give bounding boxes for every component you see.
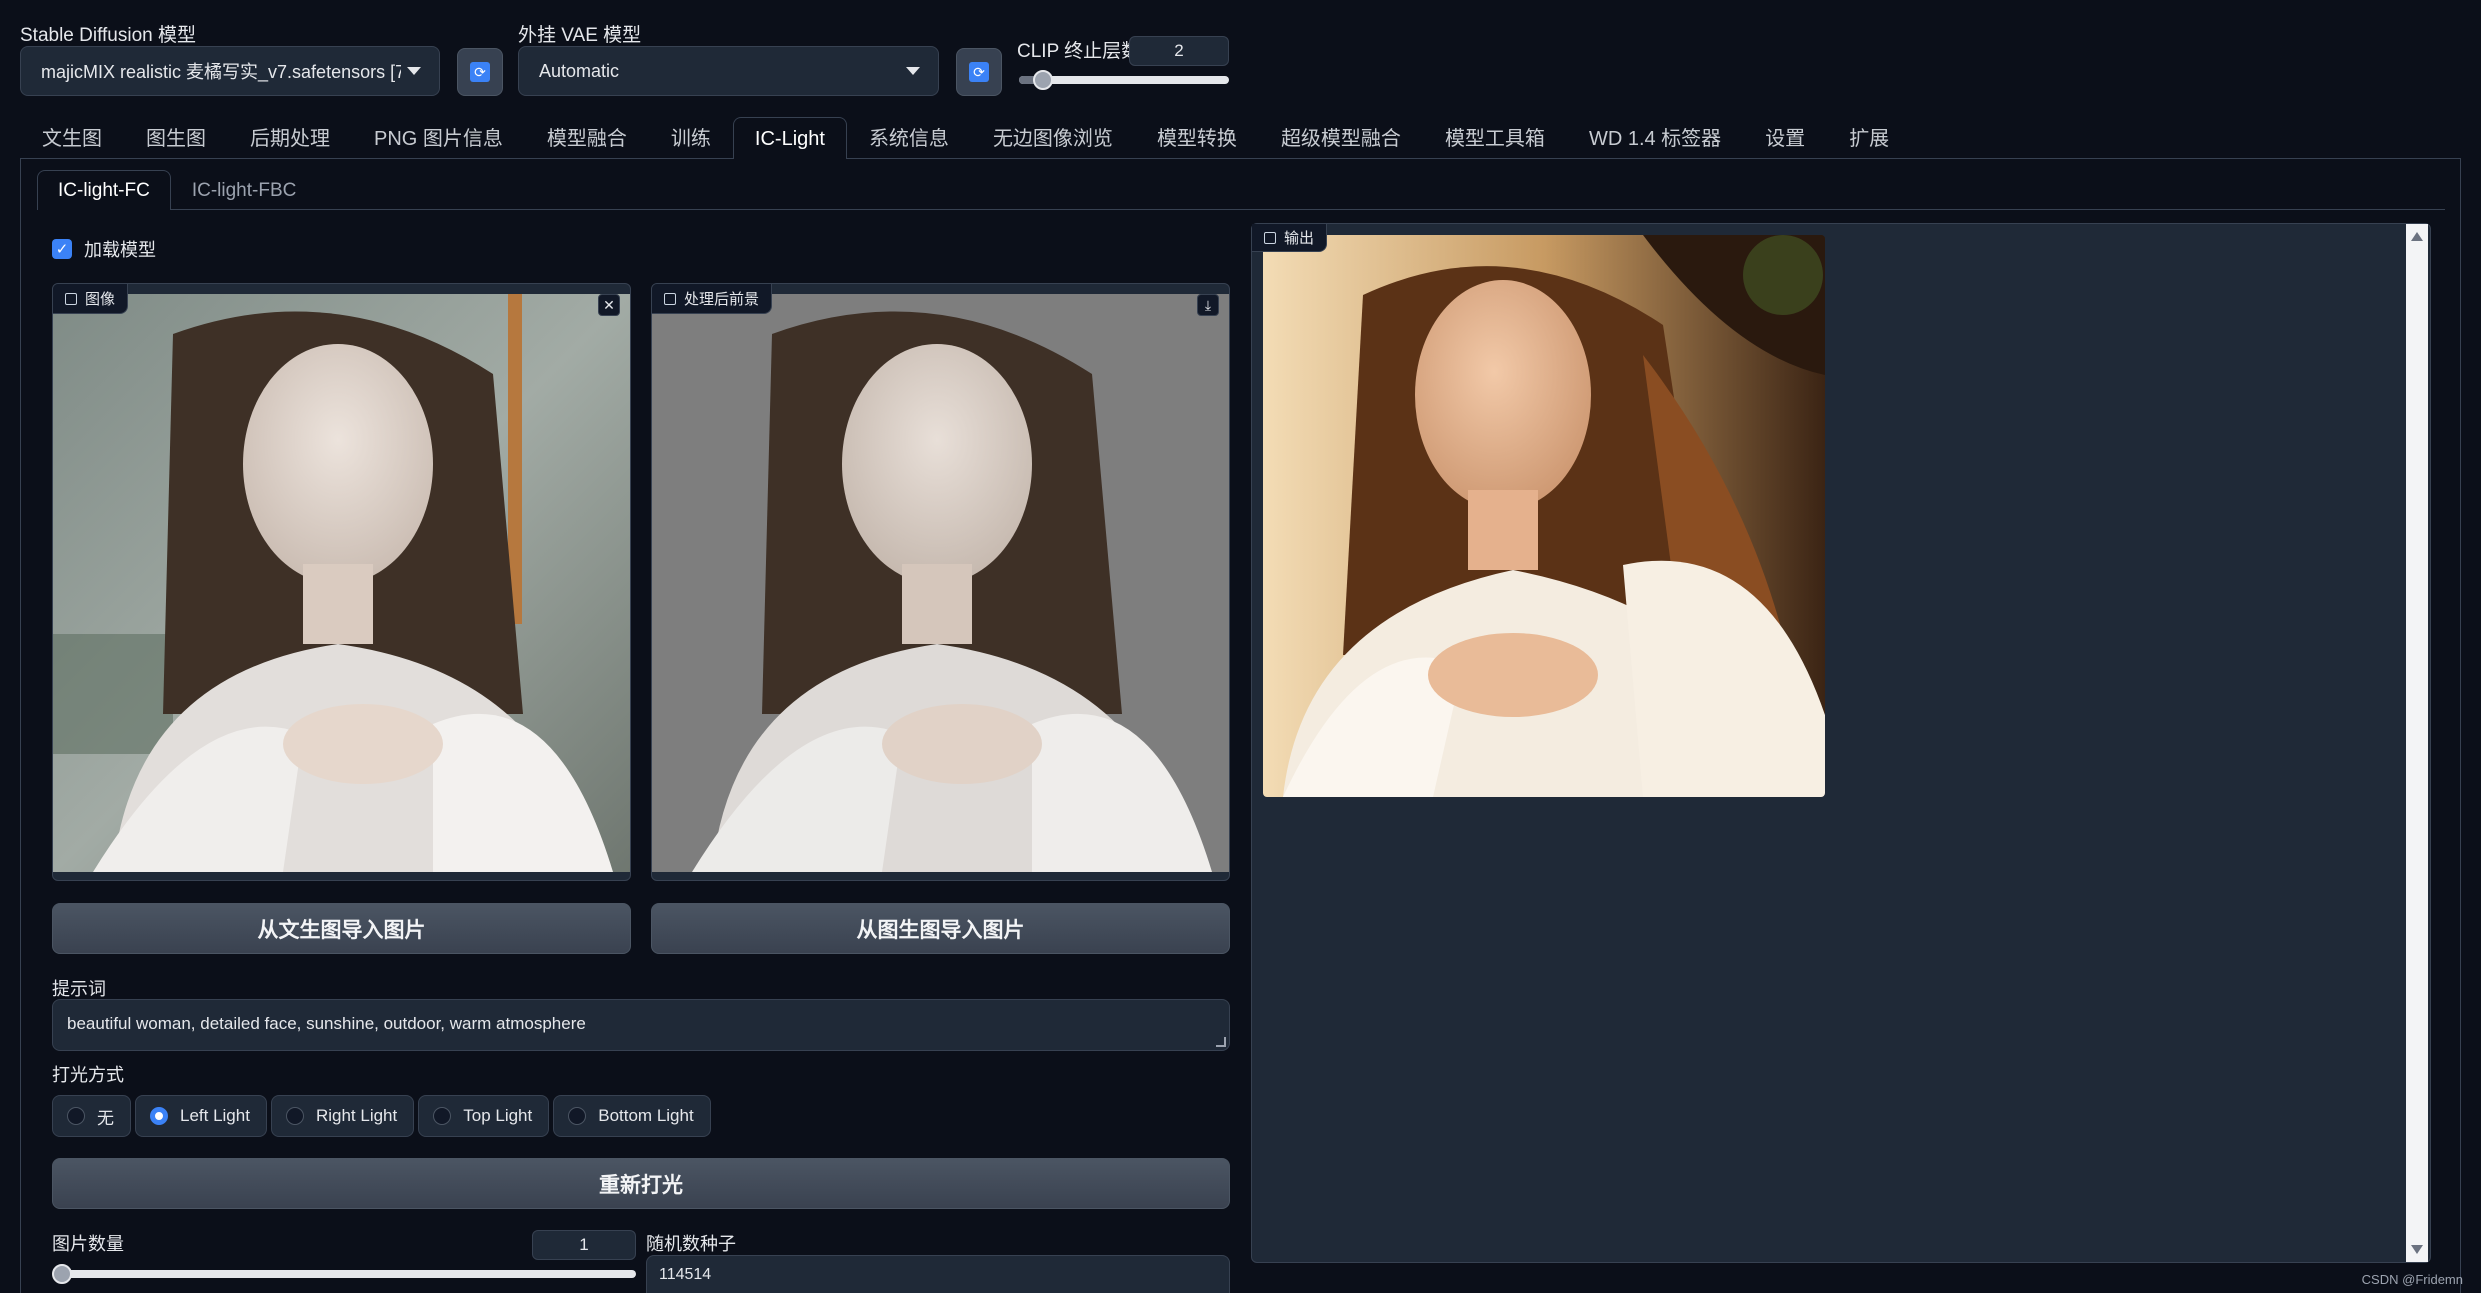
- input-image-panel[interactable]: 图像 ✕: [52, 283, 631, 881]
- tab-train[interactable]: 训练: [649, 117, 733, 159]
- load-model-checkbox[interactable]: ✓: [52, 239, 72, 259]
- radio-icon: [433, 1107, 452, 1125]
- sub-tabs-divider: [37, 209, 2445, 210]
- processed-foreground-panel[interactable]: 处理后前景 ⤓: [651, 283, 1230, 881]
- refresh-icon: ⟳: [470, 62, 490, 82]
- relight-button[interactable]: 重新打光: [52, 1158, 1230, 1209]
- seed-label: 随机数种子: [646, 1234, 736, 1254]
- tab-png-info[interactable]: PNG 图片信息: [352, 117, 525, 159]
- tab-model-convert[interactable]: 模型转换: [1135, 117, 1259, 159]
- image-icon: [65, 292, 77, 305]
- resize-handle-icon[interactable]: [1216, 1037, 1226, 1047]
- radio-icon: [285, 1107, 304, 1125]
- tab-model-merge[interactable]: 模型融合: [525, 117, 649, 159]
- close-icon[interactable]: ✕: [598, 294, 620, 316]
- output-label: 输出: [1284, 230, 1315, 247]
- vae-refresh-button[interactable]: ⟳: [956, 48, 1002, 96]
- tab-img2img[interactable]: 图生图: [124, 117, 228, 159]
- sub-tabs: IC-light-FC IC-light-FBC: [37, 170, 317, 210]
- processed-foreground-label: 处理后前景: [684, 291, 760, 308]
- lighting-radio-group: 无 Left Light Right Light Top Light Botto…: [52, 1095, 711, 1137]
- sd-model-label: Stable Diffusion 模型: [20, 25, 197, 46]
- sd-model-dropdown[interactable]: majicMIX realistic 麦橘写实_v7.safetensors […: [20, 46, 440, 96]
- prompt-value: beautiful woman, detailed face, sunshine…: [67, 1014, 586, 1033]
- watermark: CSDN @Fridemn: [2361, 1272, 2463, 1287]
- load-model-label: 加载模型: [84, 240, 156, 260]
- num-images-input[interactable]: 1: [532, 1230, 636, 1260]
- lighting-option-bottom[interactable]: Bottom Light: [553, 1095, 711, 1137]
- image-icon: [664, 292, 676, 305]
- lighting-option-label: 无: [97, 1108, 114, 1128]
- import-from-txt2img-button[interactable]: 从文生图导入图片: [52, 903, 631, 954]
- tab-ic-light-fc[interactable]: IC-light-FC: [37, 170, 171, 210]
- scroll-down-icon[interactable]: [2411, 1245, 2423, 1254]
- seed-value: 114514: [659, 1266, 712, 1283]
- output-photo[interactable]: [1263, 235, 1825, 797]
- seed-input[interactable]: 114514: [646, 1255, 1230, 1293]
- lighting-option-label: Top Light: [463, 1106, 533, 1125]
- vae-model-value: Automatic: [539, 60, 620, 81]
- processed-foreground-tag: 处理后前景: [652, 284, 773, 314]
- tab-infinite-browser[interactable]: 无边图像浏览: [971, 117, 1135, 159]
- radio-icon: [67, 1107, 85, 1125]
- output-panel: 输出: [1251, 223, 2431, 1263]
- input-image-label: 图像: [85, 291, 116, 308]
- vae-model-label: 外挂 VAE 模型: [518, 25, 642, 46]
- lighting-option-none[interactable]: 无: [52, 1095, 131, 1137]
- load-model-row[interactable]: ✓ 加载模型: [52, 236, 156, 262]
- chevron-down-icon: [407, 67, 421, 75]
- output-scrollbar[interactable]: [2406, 224, 2428, 1262]
- prompt-label: 提示词: [52, 979, 106, 999]
- webui-page: Stable Diffusion 模型 majicMIX realistic 麦…: [0, 0, 2481, 1293]
- tab-system-info[interactable]: 系统信息: [847, 117, 971, 159]
- lighting-option-top[interactable]: Top Light: [418, 1095, 550, 1137]
- output-tag: 输出: [1252, 224, 1328, 252]
- import-from-img2img-button[interactable]: 从图生图导入图片: [651, 903, 1230, 954]
- tab-ic-light-fbc[interactable]: IC-light-FBC: [171, 170, 318, 210]
- clip-skip-slider-thumb[interactable]: [1033, 70, 1053, 90]
- radio-icon: [568, 1107, 587, 1125]
- processed-photo: [652, 294, 1229, 872]
- refresh-icon: ⟳: [969, 62, 989, 82]
- clip-skip-label: CLIP 终止层数: [1017, 41, 1141, 62]
- clip-skip-input[interactable]: 2: [1129, 36, 1229, 66]
- num-images-slider[interactable]: [56, 1270, 636, 1278]
- lighting-option-label: Left Light: [180, 1106, 250, 1125]
- lighting-option-label: Right Light: [315, 1106, 398, 1125]
- tab-settings[interactable]: 设置: [1743, 117, 1827, 159]
- input-image-tag: 图像: [53, 284, 129, 314]
- main-tabs: 文生图 图生图 后期处理 PNG 图片信息 模型融合 训练 IC-Light 系…: [20, 117, 1911, 159]
- download-icon[interactable]: ⤓: [1197, 294, 1219, 316]
- vae-model-dropdown[interactable]: Automatic: [518, 46, 939, 96]
- scroll-up-icon[interactable]: [2411, 232, 2423, 241]
- lighting-label: 打光方式: [52, 1065, 124, 1085]
- image-icon: [1264, 231, 1276, 244]
- prompt-input[interactable]: beautiful woman, detailed face, sunshine…: [52, 999, 1230, 1051]
- num-images-label: 图片数量: [52, 1234, 124, 1254]
- radio-selected-icon: [150, 1107, 168, 1125]
- tab-extras[interactable]: 后期处理: [228, 117, 352, 159]
- sd-model-value: majicMIX realistic 麦橘写实_v7.safetensors […: [41, 62, 401, 82]
- input-photo: [53, 294, 630, 872]
- tab-extensions[interactable]: 扩展: [1827, 117, 1911, 159]
- tab-super-merger[interactable]: 超级模型融合: [1259, 117, 1423, 159]
- tab-wd14-tagger[interactable]: WD 1.4 标签器: [1567, 117, 1743, 159]
- lighting-option-left[interactable]: Left Light: [135, 1095, 267, 1137]
- tab-ic-light[interactable]: IC-Light: [732, 117, 847, 159]
- tab-txt2img[interactable]: 文生图: [20, 117, 124, 159]
- tab-model-toolkit[interactable]: 模型工具箱: [1423, 117, 1567, 159]
- num-images-slider-thumb[interactable]: [52, 1264, 72, 1284]
- lighting-option-right[interactable]: Right Light: [270, 1095, 415, 1137]
- chevron-down-icon: [906, 67, 920, 75]
- sd-refresh-button[interactable]: ⟳: [457, 48, 503, 96]
- lighting-option-label: Bottom Light: [598, 1106, 694, 1125]
